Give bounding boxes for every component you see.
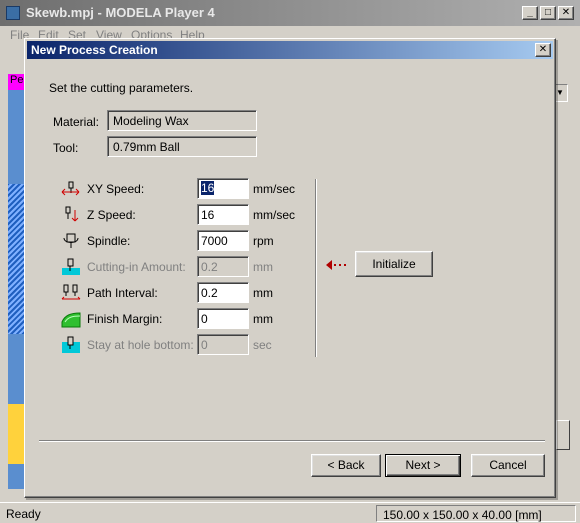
z-speed-icon (65, 206, 79, 222)
z-speed-unit: mm/sec (253, 208, 295, 222)
path-interval-icon (61, 284, 81, 300)
xy-speed-unit: mm/sec (253, 182, 295, 196)
spindle-input[interactable] (197, 230, 249, 251)
main-window-titlebar[interactable]: Skewb.mpj - MODELA Player 4 _ □ ✕ (0, 0, 580, 26)
maximize-button[interactable]: □ (540, 6, 556, 20)
cutting-in-input (197, 256, 249, 277)
xy-speed-icon (61, 181, 80, 196)
stay-hole-unit: sec (253, 338, 272, 352)
cutting-in-icon (62, 258, 80, 275)
app-icon (6, 6, 20, 20)
arrow-left-icon (326, 260, 346, 270)
model-view-strip: Pe (8, 74, 24, 489)
cancel-button[interactable]: Cancel (471, 454, 545, 477)
spindle-unit: rpm (253, 234, 274, 248)
vertical-separator (315, 179, 317, 357)
main-right-panel (556, 74, 578, 474)
dialog-close-button[interactable]: ✕ (535, 43, 551, 57)
path-interval-unit: mm (253, 286, 273, 300)
dialog-title: New Process Creation (31, 43, 158, 57)
new-process-dialog: New Process Creation ✕ Set the cutting p… (24, 38, 556, 498)
spindle-icon (63, 233, 79, 248)
initialize-button[interactable]: Initialize (355, 251, 433, 277)
stay-hole-icon (62, 336, 80, 353)
z-speed-input[interactable] (197, 204, 249, 225)
dialog-titlebar[interactable]: New Process Creation ✕ (27, 41, 553, 59)
cutting-in-label: Cutting-in Amount: (87, 260, 186, 274)
finish-margin-input[interactable] (197, 308, 249, 329)
process-tab[interactable]: Pe (8, 74, 24, 90)
main-window-title: Skewb.mpj - MODELA Player 4 (26, 5, 215, 20)
material-field: Modeling Wax (107, 110, 257, 131)
bottom-separator (39, 440, 545, 442)
path-interval-label: Path Interval: (87, 286, 158, 300)
status-model-size: 150.00 x 150.00 x 40.00 [mm] (376, 505, 576, 522)
finish-margin-unit: mm (253, 312, 273, 326)
stay-hole-label: Stay at hole bottom: (87, 338, 194, 352)
close-main-button[interactable]: ✕ (558, 6, 574, 20)
z-speed-label: Z Speed: (87, 208, 136, 222)
tool-field: 0.79mm Ball (107, 136, 257, 157)
status-bar: Ready 150.00 x 150.00 x 40.00 [mm] (0, 502, 580, 523)
spindle-label: Spindle: (87, 234, 131, 248)
cutting-in-unit: mm (253, 260, 273, 274)
finish-margin-label: Finish Margin: (87, 312, 163, 326)
instruction-text: Set the cutting parameters. (49, 81, 194, 95)
minimize-button[interactable]: _ (522, 6, 538, 20)
main-side-button[interactable] (556, 420, 570, 450)
status-ready: Ready (6, 507, 41, 521)
finish-margin-icon (61, 312, 81, 328)
path-interval-input[interactable] (197, 282, 249, 303)
back-button[interactable]: < Back (311, 454, 381, 477)
tool-label: Tool: (53, 141, 79, 155)
stay-hole-input (197, 334, 249, 355)
model-preview (8, 184, 24, 334)
model-preview-base (8, 404, 24, 464)
material-label: Material: (53, 115, 100, 129)
next-button[interactable]: Next > (385, 454, 461, 477)
xy-speed-label: XY Speed: (87, 182, 145, 196)
xy-speed-input[interactable]: 16 (197, 178, 249, 199)
